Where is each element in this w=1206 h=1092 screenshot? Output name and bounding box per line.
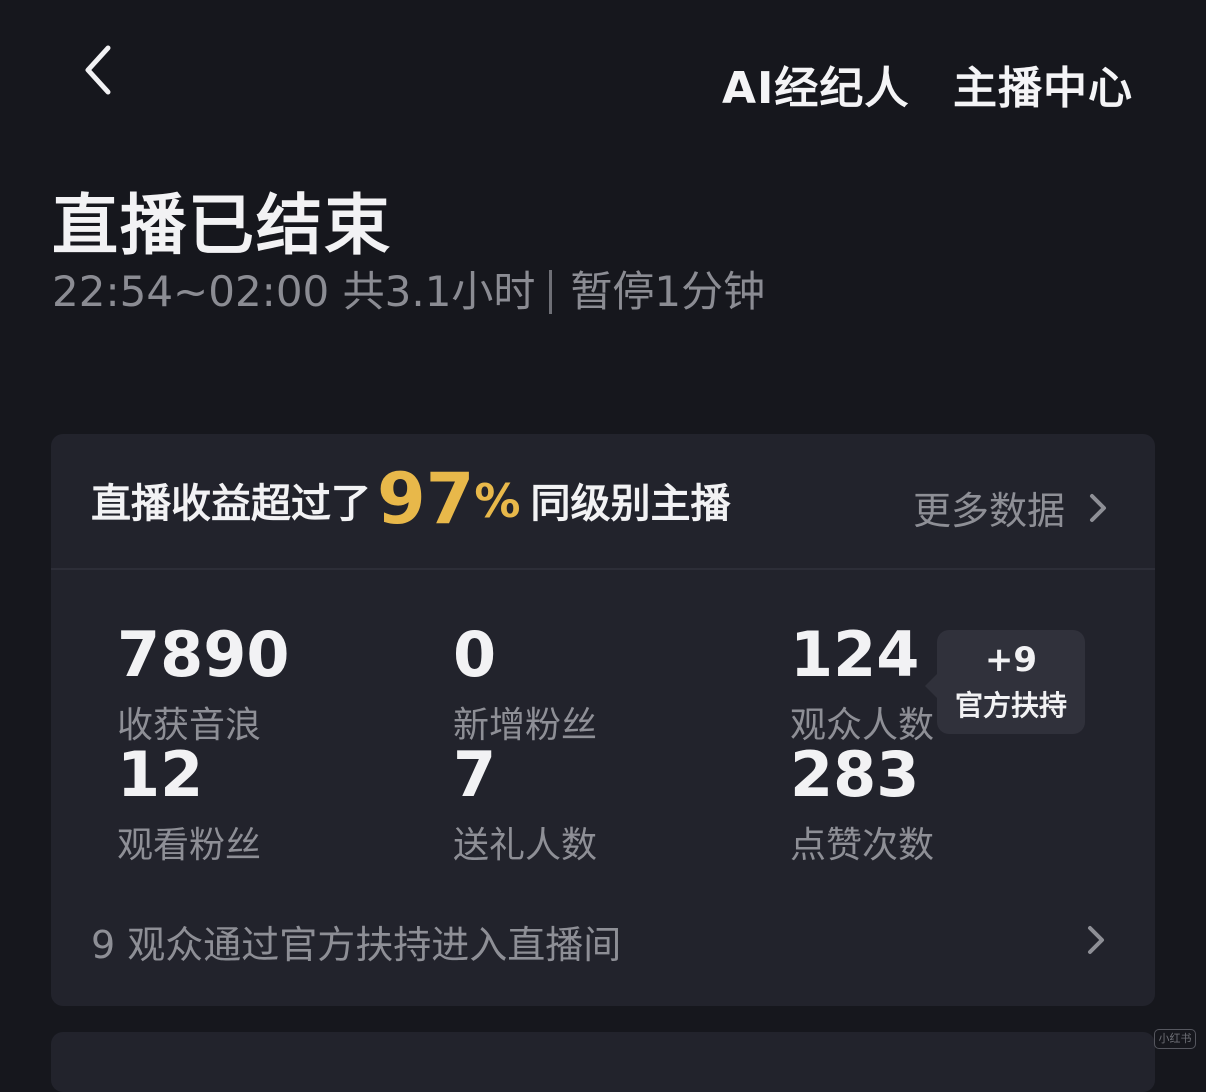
chevron-right-icon: [1081, 922, 1111, 958]
official-support-badge: +9 官方扶持: [925, 630, 1085, 734]
page-title: 直播已结束: [52, 187, 392, 264]
ai-agent-link[interactable]: AI经纪人: [722, 52, 909, 116]
top-bar: AI经纪人 主播中心: [0, 0, 1206, 150]
official-support-text: 9 观众通过官方扶持进入直播间: [91, 923, 622, 967]
stat-value: 0: [453, 618, 497, 691]
divider: [549, 270, 553, 314]
stat-value: 283: [790, 738, 920, 811]
rank-percent-sign: %: [474, 474, 521, 528]
pause-duration: 暂停1分钟: [570, 267, 766, 316]
rank-prefix: 直播收益超过了: [91, 481, 371, 527]
stat-label: 观看粉丝: [117, 825, 262, 866]
card-header: 直播收益超过了97% 同级别主播 更多数据: [51, 434, 1155, 570]
next-card: [51, 1032, 1155, 1092]
support-count: +9: [984, 640, 1038, 680]
stat-sound-waves: 7890 收获音浪: [117, 624, 437, 748]
stat-fan-viewers: 12 观看粉丝: [117, 744, 437, 868]
stat-new-followers: 0 新增粉丝: [453, 624, 773, 748]
time-range: 22:54~02:00: [52, 267, 330, 316]
stat-gift-senders: 7 送礼人数: [453, 744, 773, 868]
more-data-label: 更多数据: [912, 489, 1065, 533]
stat-label: 送礼人数: [453, 825, 598, 866]
chevron-left-icon: [85, 45, 111, 95]
back-button[interactable]: [70, 38, 130, 102]
official-support-row[interactable]: 9 观众通过官方扶持进入直播间: [51, 904, 1155, 974]
more-data-link[interactable]: 更多数据: [913, 480, 1113, 535]
rank-percent: 97: [377, 458, 475, 540]
stat-value: 12: [117, 738, 204, 811]
stat-likes: 283 点赞次数: [790, 744, 1110, 868]
watermark-logo: 小红书: [1154, 1029, 1196, 1049]
live-stats-card: 直播收益超过了97% 同级别主播 更多数据 7890 收获音浪 0 新增粉丝 12…: [51, 434, 1155, 1006]
chevron-right-icon: [1083, 490, 1113, 526]
stat-label: 新增粉丝: [453, 705, 598, 746]
stat-label: 点赞次数: [790, 825, 935, 866]
earnings-rank-text: 直播收益超过了97% 同级别主播: [91, 458, 731, 540]
stat-value: 7890: [117, 618, 290, 691]
support-label: 官方扶持: [954, 689, 1067, 722]
stat-value: 7: [453, 738, 497, 811]
duration: 共3.1小时: [342, 267, 536, 316]
live-session-info: 22:54~02:00 共3.1小时 暂停1分钟: [52, 258, 765, 319]
rank-suffix: 同级别主播: [530, 481, 731, 527]
host-center-link[interactable]: 主播中心: [953, 52, 1133, 116]
